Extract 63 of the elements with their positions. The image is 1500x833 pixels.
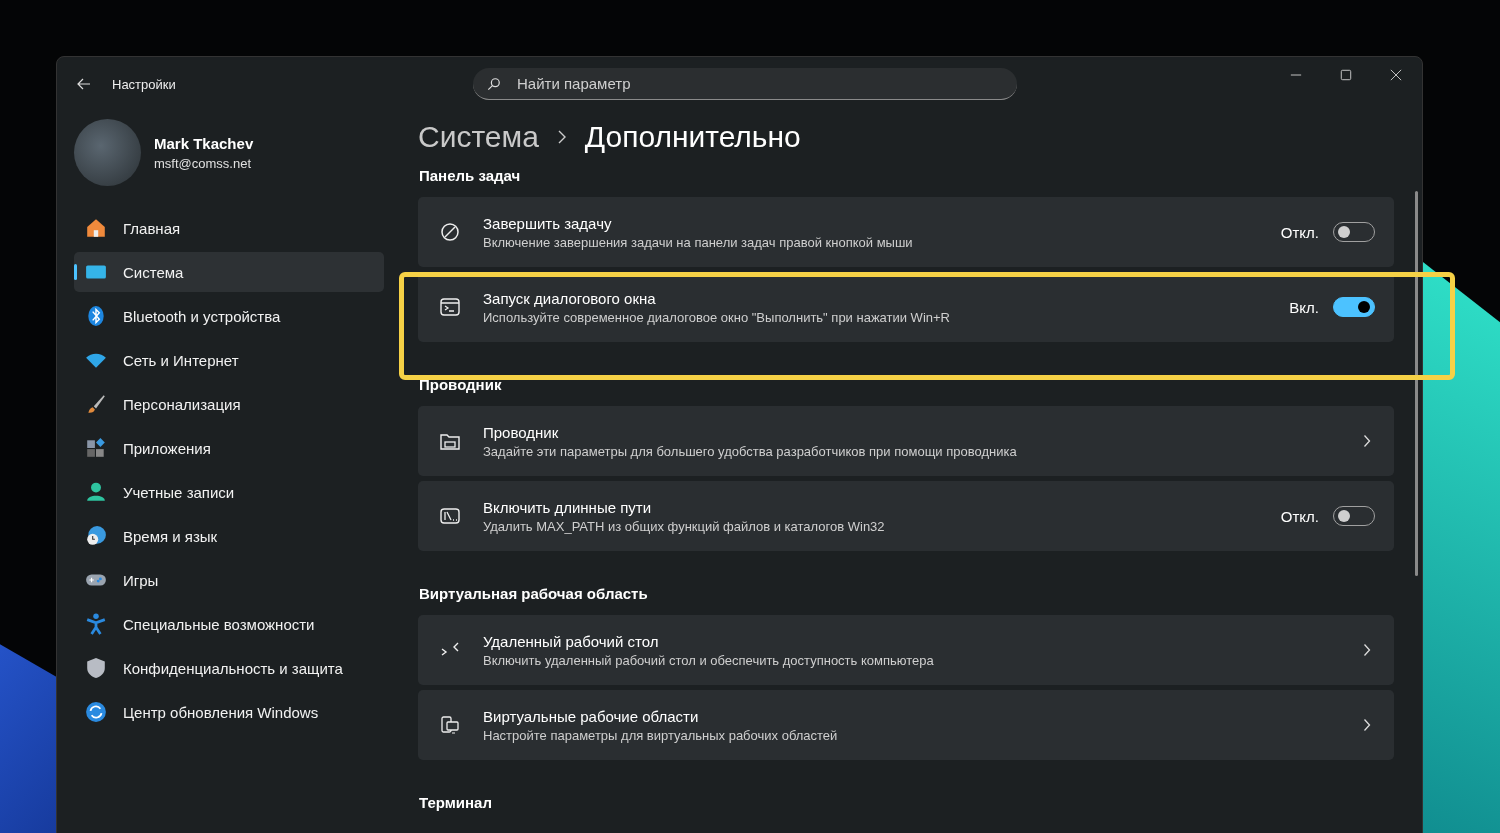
nav-item[interactable]: Главная bbox=[74, 208, 384, 248]
nav-icon bbox=[85, 217, 107, 239]
search-field[interactable]: Найти параметр bbox=[473, 68, 1017, 100]
nav-item[interactable]: Время и язык bbox=[74, 516, 384, 556]
setting-description: Используйте современное диалоговое окно "Выполнить" при нажатии Win+R bbox=[483, 309, 951, 325]
account-name: Mark Tkachev bbox=[154, 134, 254, 152]
setting-description: Включение завершения задачи на панели задач правой кнопкой мыши bbox=[483, 234, 914, 250]
nav-icon bbox=[85, 613, 107, 635]
nav-item[interactable]: Персонализация bbox=[74, 384, 384, 424]
chevron-icon[interactable] bbox=[1363, 434, 1371, 448]
account-email: msft@comss.net bbox=[154, 155, 252, 171]
nav-item[interactable]: Bluetooth и устройства bbox=[74, 296, 384, 336]
setting-title: Проводник bbox=[483, 423, 560, 441]
nav-item[interactable]: Приложения bbox=[74, 428, 384, 468]
breadcrumb-link[interactable]: Система bbox=[418, 120, 539, 154]
nav-item[interactable]: Конфиденциальность и защита bbox=[74, 648, 384, 688]
nav-icon bbox=[85, 657, 107, 679]
nav-item[interactable]: Сеть и Интернет bbox=[74, 340, 384, 380]
nav-icon bbox=[85, 393, 107, 415]
nav-icon bbox=[85, 701, 107, 723]
maximize-icon[interactable] bbox=[1340, 69, 1352, 81]
setting-card[interactable]: Удаленный рабочий стол Включить удаленный рабочий стол и обеспечить доступность компьютера bbox=[418, 615, 1394, 685]
nav-item[interactable]: Центр обновления Windows bbox=[74, 692, 384, 732]
setting-description: Настройте параметры для виртуальных рабочих областей bbox=[483, 727, 839, 743]
setting-description: Удалить MAX_PATH из общих функций файлов и каталогов Win32 bbox=[483, 518, 886, 534]
setting-description: Включить удаленный рабочий стол и обеспечить доступность компьютера bbox=[483, 652, 935, 668]
setting-icon bbox=[439, 714, 461, 736]
toggle-state-label: Откл. bbox=[1280, 223, 1319, 241]
back-arrow-icon[interactable] bbox=[76, 76, 92, 92]
section-heading: Терминал bbox=[419, 794, 493, 813]
chevron-icon[interactable] bbox=[1363, 718, 1371, 732]
window-title: Настройки bbox=[112, 76, 176, 92]
scrollbar[interactable] bbox=[1415, 191, 1418, 576]
toggle-switch[interactable] bbox=[1333, 297, 1375, 317]
nav-icon bbox=[85, 437, 107, 459]
section-heading: Проводник bbox=[419, 376, 503, 395]
nav-item[interactable]: Специальные возможности bbox=[74, 604, 384, 644]
setting-title: Виртуальные рабочие области bbox=[483, 707, 700, 725]
nav-icon bbox=[85, 525, 107, 547]
setting-card[interactable]: Проводник Задайте эти параметры для большего удобства разработчиков при помощи проводника bbox=[418, 406, 1394, 476]
setting-description: Задайте эти параметры для большего удобства разработчиков при помощи проводника bbox=[483, 443, 1018, 459]
setting-card[interactable]: Виртуальные рабочие области Настройте параметры для виртуальных рабочих областей bbox=[418, 690, 1394, 760]
search-icon bbox=[487, 77, 501, 91]
nav-item[interactable]: Учетные записи bbox=[74, 472, 384, 512]
setting-title: Завершить задачу bbox=[483, 214, 613, 232]
chevron-icon[interactable] bbox=[1363, 643, 1371, 657]
section-heading: Виртуальная рабочая область bbox=[419, 585, 649, 604]
nav-icon bbox=[85, 305, 107, 327]
page-title: Дополнительно bbox=[584, 120, 801, 154]
setting-title: Включить длинные пути bbox=[483, 498, 653, 516]
section-heading: Панель задач bbox=[419, 167, 522, 186]
setting-icon bbox=[439, 296, 461, 318]
setting-icon bbox=[439, 221, 461, 243]
toggle-state-label: Откл. bbox=[1280, 507, 1319, 525]
setting-icon bbox=[439, 505, 461, 527]
nav-item[interactable]: Система bbox=[74, 252, 384, 292]
close-icon[interactable] bbox=[1390, 69, 1402, 81]
toggle-state-label: Вкл. bbox=[1289, 298, 1319, 316]
nav-item[interactable]: Игры bbox=[74, 560, 384, 600]
chevron-icon bbox=[556, 129, 567, 145]
setting-title: Запуск диалогового окна bbox=[483, 289, 657, 307]
setting-title: Удаленный рабочий стол bbox=[483, 632, 660, 650]
nav-icon bbox=[85, 481, 107, 503]
